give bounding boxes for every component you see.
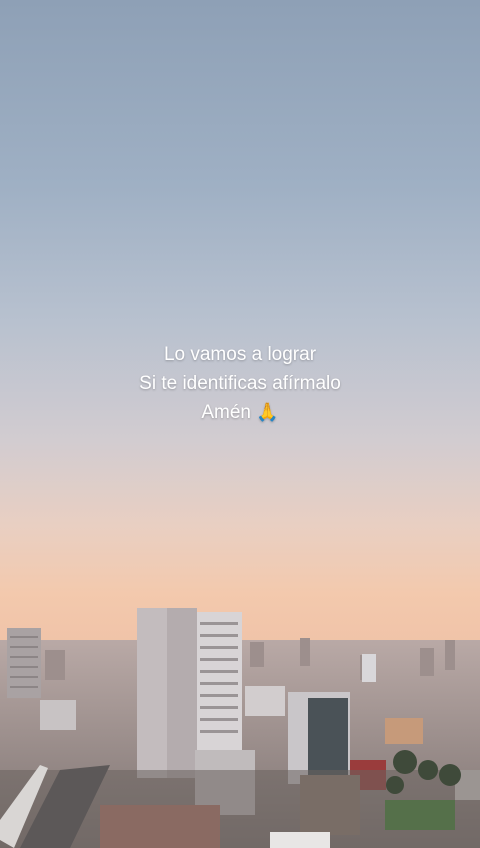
caption-line-1: Lo vamos a lograr <box>163 344 317 365</box>
caption-amen: Amén <box>201 402 251 423</box>
caption-line-3: Amén 🙏 <box>0 398 480 427</box>
praying-hands-icon: 🙏 <box>256 402 279 422</box>
city-skyline <box>0 608 480 848</box>
video-frame: Lo vamos a lograr Si te identificas afír… <box>0 0 480 848</box>
caption-overlay: Lo vamos a lograr Si te identificas afír… <box>0 340 480 427</box>
caption-line-2: Si te identificas afírmalo <box>139 373 341 394</box>
